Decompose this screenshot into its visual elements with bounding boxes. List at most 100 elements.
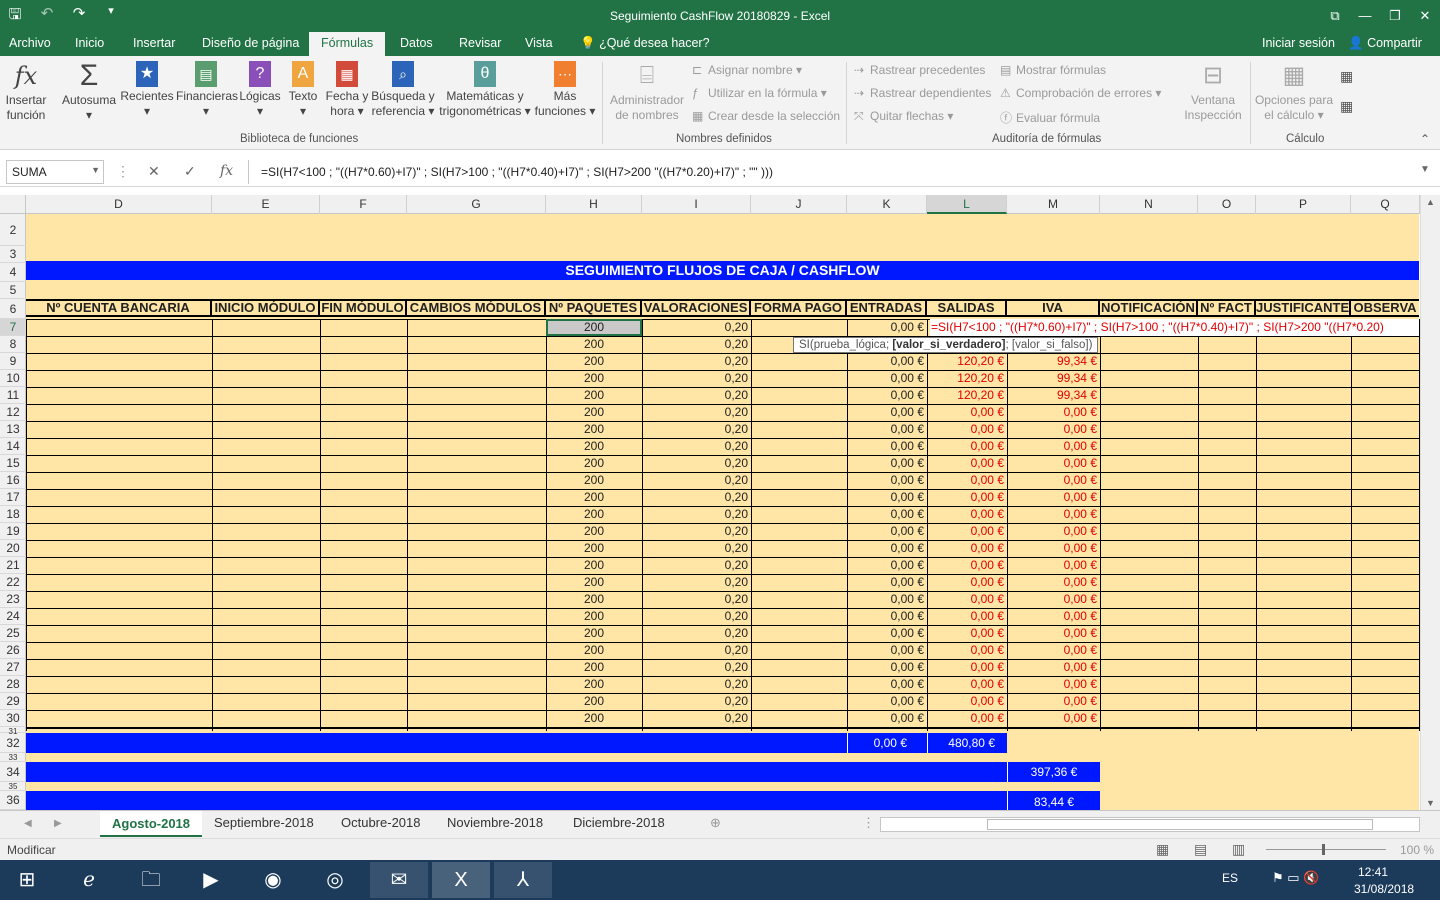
row-header-26[interactable]: 26 bbox=[0, 642, 26, 659]
tab-revisar[interactable]: Revisar bbox=[459, 36, 501, 50]
page-layout-icon[interactable]: ▤ bbox=[1194, 841, 1207, 858]
cell-h7[interactable]: 200 bbox=[546, 319, 642, 336]
header-cuenta[interactable]: Nº CUENTA BANCARIA bbox=[26, 301, 212, 315]
sheet-tab-agosto[interactable]: Agosto-2018 bbox=[100, 811, 203, 837]
cell-l30[interactable]: 0,00 € bbox=[927, 710, 1007, 727]
cell-m12[interactable]: 0,00 € bbox=[1007, 404, 1100, 421]
cell-h22[interactable]: 200 bbox=[546, 574, 642, 591]
zoom-level[interactable]: 100 % bbox=[1400, 843, 1434, 857]
cell-i22[interactable]: 0,20 bbox=[642, 574, 751, 591]
column-header-p[interactable]: P bbox=[1256, 195, 1351, 214]
cell-m20[interactable]: 0,00 € bbox=[1007, 540, 1100, 557]
cell-k12[interactable]: 0,00 € bbox=[847, 404, 927, 421]
cell-h10[interactable]: 200 bbox=[546, 370, 642, 387]
tab-archivo[interactable]: Archivo bbox=[9, 36, 51, 50]
add-sheet-icon[interactable]: ⊕ bbox=[710, 815, 721, 831]
tab-inicio[interactable]: Inicio bbox=[75, 36, 104, 50]
scroll-up-icon[interactable]: ▲ bbox=[1426, 197, 1435, 207]
cell-l9[interactable]: 120,20 € bbox=[927, 353, 1007, 370]
cell-m18[interactable]: 0,00 € bbox=[1007, 506, 1100, 523]
cell-i10[interactable]: 0,20 bbox=[642, 370, 751, 387]
expand-formula-icon[interactable]: ▼ bbox=[1420, 164, 1430, 175]
cell-k14[interactable]: 0,00 € bbox=[847, 438, 927, 455]
cell-h11[interactable]: 200 bbox=[546, 387, 642, 404]
row-header-16[interactable]: 16 bbox=[0, 472, 26, 489]
row-header-5[interactable]: 5 bbox=[0, 282, 26, 299]
cell-i16[interactable]: 0,20 bbox=[642, 472, 751, 489]
header-forma-pago[interactable]: FORMA PAGO bbox=[751, 301, 847, 315]
column-header-l[interactable]: L bbox=[927, 195, 1007, 214]
total-salidas-cell[interactable]: 480,80 € bbox=[927, 733, 1007, 753]
cell-m13[interactable]: 0,00 € bbox=[1007, 421, 1100, 438]
cell-h30[interactable]: 200 bbox=[546, 710, 642, 727]
row-header-10[interactable]: 10 bbox=[0, 370, 26, 387]
language-indicator[interactable]: ES bbox=[1222, 871, 1238, 885]
cell-h18[interactable]: 200 bbox=[546, 506, 642, 523]
select-all-corner[interactable] bbox=[0, 195, 26, 214]
evaluate-formula-button[interactable]: ⓕ Evaluar fórmula bbox=[1000, 109, 1100, 126]
tell-me-box[interactable]: 💡 ¿Qué desea hacer? bbox=[580, 36, 710, 51]
cell-l24[interactable]: 0,00 € bbox=[927, 608, 1007, 625]
cell-h29[interactable]: 200 bbox=[546, 693, 642, 710]
cell-i18[interactable]: 0,20 bbox=[642, 506, 751, 523]
normal-view-icon[interactable]: ▦ bbox=[1156, 841, 1169, 858]
math-functions-button[interactable]: θ Matemáticas y trigonométricas ▾ bbox=[437, 61, 533, 119]
row-header-4[interactable]: 4 bbox=[0, 263, 26, 282]
cell-h13[interactable]: 200 bbox=[546, 421, 642, 438]
row-header-23[interactable]: 23 bbox=[0, 591, 26, 608]
header-paquetes[interactable]: Nº PAQUETES bbox=[546, 301, 642, 315]
internet-explorer-icon[interactable]: ℯ bbox=[60, 862, 118, 898]
lookup-functions-button[interactable]: ⌕ Búsqueda y referencia ▾ bbox=[371, 61, 435, 119]
define-name-button[interactable]: ⊏ Asignar nombre ▾ bbox=[692, 63, 802, 77]
chrome-icon[interactable]: ◎ bbox=[306, 862, 364, 898]
cell-h25[interactable]: 200 bbox=[546, 625, 642, 642]
row-header-6[interactable]: 6 bbox=[0, 299, 26, 319]
cell-l22[interactable]: 0,00 € bbox=[927, 574, 1007, 591]
excel-icon[interactable]: X bbox=[432, 862, 490, 898]
zoom-slider-thumb[interactable] bbox=[1322, 844, 1325, 855]
cell-m28[interactable]: 0,00 € bbox=[1007, 676, 1100, 693]
collapse-ribbon-icon[interactable]: ⌃ bbox=[1420, 132, 1430, 146]
cell-h28[interactable]: 200 bbox=[546, 676, 642, 693]
tab-splitter-icon[interactable]: ⋮ bbox=[862, 815, 875, 831]
cell-h16[interactable]: 200 bbox=[546, 472, 642, 489]
cell-h26[interactable]: 200 bbox=[546, 642, 642, 659]
calculate-now-icon[interactable]: ▦ bbox=[1340, 68, 1353, 85]
cell-k13[interactable]: 0,00 € bbox=[847, 421, 927, 438]
financial-functions-button[interactable]: ▤ Financieras ▾ bbox=[176, 61, 238, 119]
page-break-icon[interactable]: ▥ bbox=[1232, 841, 1245, 858]
column-header-n[interactable]: N bbox=[1100, 195, 1198, 214]
cell-i25[interactable]: 0,20 bbox=[642, 625, 751, 642]
row-header-17[interactable]: 17 bbox=[0, 489, 26, 506]
cell-l25[interactable]: 0,00 € bbox=[927, 625, 1007, 642]
cell-l26[interactable]: 0,00 € bbox=[927, 642, 1007, 659]
datetime-functions-button[interactable]: ▦ Fecha y hora ▾ bbox=[324, 61, 370, 119]
row-header-21[interactable]: 21 bbox=[0, 557, 26, 574]
column-header-m[interactable]: M bbox=[1007, 195, 1100, 214]
ribbon-display-icon[interactable]: ⧉ bbox=[1320, 0, 1350, 32]
column-header-h[interactable]: H bbox=[546, 195, 642, 214]
cell-i19[interactable]: 0,20 bbox=[642, 523, 751, 540]
recent-functions-button[interactable]: ★ Recientes ▾ bbox=[120, 61, 174, 119]
minimize-icon[interactable]: — bbox=[1350, 0, 1380, 32]
row-header-15[interactable]: 15 bbox=[0, 455, 26, 472]
cell-k19[interactable]: 0,00 € bbox=[847, 523, 927, 540]
next-sheet-icon[interactable]: ▶ bbox=[54, 818, 62, 829]
cell-i9[interactable]: 0,20 bbox=[642, 353, 751, 370]
column-header-j[interactable]: J bbox=[751, 195, 847, 214]
header-valoraciones[interactable]: VALORACIONES bbox=[642, 301, 751, 315]
cell-l19[interactable]: 0,00 € bbox=[927, 523, 1007, 540]
tab-diseno-pagina[interactable]: Diseño de página bbox=[202, 36, 299, 50]
cell-m17[interactable]: 0,00 € bbox=[1007, 489, 1100, 506]
cell-k7[interactable]: 0,00 € bbox=[847, 319, 927, 336]
header-entradas[interactable]: ENTRADAS bbox=[847, 301, 927, 315]
cell-k11[interactable]: 0,00 € bbox=[847, 387, 927, 404]
row-header-9[interactable]: 9 bbox=[0, 353, 26, 370]
row-header-27[interactable]: 27 bbox=[0, 659, 26, 676]
text-functions-button[interactable]: A Texto ▾ bbox=[284, 61, 322, 119]
error-checking-button[interactable]: ⚠ Comprobación de errores ▾ bbox=[1000, 86, 1161, 100]
cell-k25[interactable]: 0,00 € bbox=[847, 625, 927, 642]
row-header-28[interactable]: 28 bbox=[0, 676, 26, 693]
cell-l14[interactable]: 0,00 € bbox=[927, 438, 1007, 455]
cell-h21[interactable]: 200 bbox=[546, 557, 642, 574]
